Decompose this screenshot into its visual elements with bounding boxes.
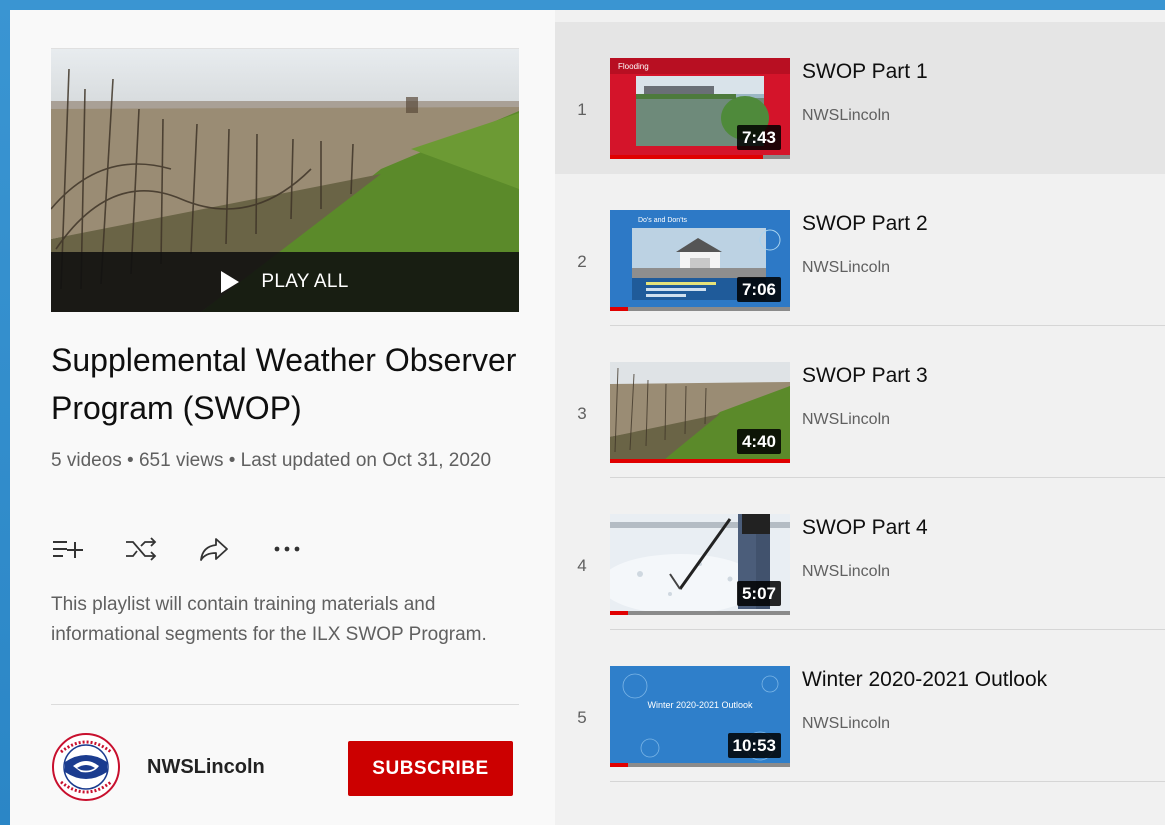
playlist-title: Supplemental Weather Observer Program (S… xyxy=(51,342,517,426)
video-title[interactable]: SWOP Part 2 xyxy=(802,212,928,236)
playlist-video-list: 1 Flooding 7:43 SWOP Part 1 NWSLincoln 2… xyxy=(555,10,1165,825)
thumb-caption: Flooding xyxy=(618,62,649,71)
watch-progress-fill xyxy=(610,763,628,767)
play-all-button[interactable]: PLAY ALL xyxy=(51,252,519,312)
playlist-video-item[interactable]: 5 Winter 2020-2021 Outlook 10:53 Winter … xyxy=(555,630,1165,782)
subscribe-button[interactable]: SUBSCRIBE xyxy=(348,741,513,796)
playlist-video-item[interactable]: 4 5:07 SWOP Part 4 NWSLincoln xyxy=(555,478,1165,630)
video-duration: 4:40 xyxy=(736,429,781,454)
watch-progress-fill xyxy=(610,307,628,311)
watch-progress-bar xyxy=(610,611,790,615)
watch-progress-bar xyxy=(610,307,790,311)
playlist-video-item[interactable]: 3 4:40 SWOP Part 3 NWSLincoln xyxy=(555,326,1165,478)
video-channel[interactable]: NWSLincoln xyxy=(802,259,890,277)
video-title[interactable]: SWOP Part 4 xyxy=(802,516,928,540)
save-to-library-icon[interactable] xyxy=(51,532,85,566)
video-channel[interactable]: NWSLincoln xyxy=(802,411,890,429)
playlist-description: This playlist will contain training mate… xyxy=(51,594,487,645)
thumb-caption: Winter 2020-2021 Outlook xyxy=(647,700,753,710)
watch-progress-bar xyxy=(610,459,790,463)
divider xyxy=(610,781,1165,782)
share-icon[interactable] xyxy=(197,532,231,566)
watch-progress-fill xyxy=(610,155,763,159)
playlist-page: PLAY ALL Supplemental Weather Observer P… xyxy=(10,10,1165,825)
playlist-actions xyxy=(51,532,343,566)
playlist-owner[interactable]: NWSLincoln xyxy=(51,732,265,802)
video-thumbnail[interactable]: Flooding 7:43 xyxy=(610,58,790,159)
channel-name[interactable]: NWSLincoln xyxy=(147,756,265,779)
playlist-stats: 5 videos • 651 views • Last updated on O… xyxy=(51,450,492,471)
watch-progress-bar xyxy=(610,763,790,767)
video-duration: 10:53 xyxy=(727,733,781,758)
video-index: 1 xyxy=(577,100,587,119)
watch-progress-fill xyxy=(610,611,628,615)
video-thumbnail[interactable]: 5:07 xyxy=(610,514,790,615)
video-duration: 7:06 xyxy=(736,277,781,302)
video-title[interactable]: SWOP Part 1 xyxy=(802,60,928,84)
video-thumbnail[interactable]: 4:40 xyxy=(610,362,790,463)
divider xyxy=(51,704,519,705)
video-thumbnail[interactable]: Do's and Don'ts 7:06 xyxy=(610,210,790,311)
playlist-video-item[interactable]: 1 Flooding 7:43 SWOP Part 1 NWSLincoln xyxy=(555,22,1165,174)
watch-progress-fill xyxy=(610,459,790,463)
play-all-label: PLAY ALL xyxy=(261,271,349,292)
video-index: 4 xyxy=(577,556,587,575)
video-duration: 5:07 xyxy=(736,581,781,606)
video-channel[interactable]: NWSLincoln xyxy=(802,563,890,581)
video-title[interactable]: SWOP Part 3 xyxy=(802,364,928,388)
video-thumbnail[interactable]: Winter 2020-2021 Outlook 10:53 xyxy=(610,666,790,767)
video-channel[interactable]: NWSLincoln xyxy=(802,107,890,125)
video-index: 3 xyxy=(577,404,587,423)
playlist-sidebar: PLAY ALL Supplemental Weather Observer P… xyxy=(10,10,555,825)
playlist-hero-thumbnail[interactable]: PLAY ALL xyxy=(51,48,519,312)
play-icon xyxy=(221,271,240,293)
more-icon[interactable] xyxy=(270,532,304,566)
video-title[interactable]: Winter 2020-2021 Outlook xyxy=(802,668,1047,692)
video-duration: 7:43 xyxy=(736,125,781,150)
nws-logo-icon xyxy=(52,733,120,801)
video-index: 5 xyxy=(577,708,587,727)
video-index: 2 xyxy=(577,252,587,271)
watch-progress-bar xyxy=(610,155,790,159)
shuffle-icon[interactable] xyxy=(124,532,158,566)
playlist-video-item[interactable]: 2 Do's and Don'ts 7:06 SWOP Part 2 NWSLi… xyxy=(555,174,1165,326)
video-channel[interactable]: NWSLincoln xyxy=(802,715,890,733)
avatar[interactable] xyxy=(51,732,121,802)
thumb-caption: Do's and Don'ts xyxy=(638,217,687,224)
